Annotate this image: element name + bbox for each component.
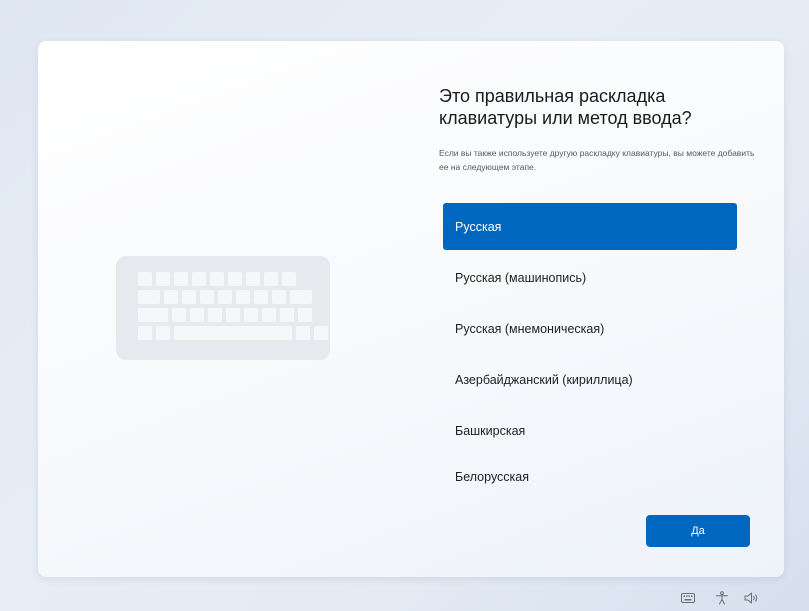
keyboard-illustration bbox=[116, 256, 330, 360]
keyboard-row bbox=[138, 326, 328, 340]
keyboard-row bbox=[138, 272, 296, 286]
page-subtitle: Если вы также используете другую расклад… bbox=[439, 148, 755, 172]
keyboard-row bbox=[138, 290, 312, 304]
volume-icon[interactable] bbox=[742, 589, 762, 607]
keyboard-icon[interactable] bbox=[678, 589, 698, 607]
yes-button[interactable]: Да bbox=[646, 515, 750, 547]
layout-option-bashkir[interactable]: Башкирская bbox=[443, 407, 737, 454]
layout-option-russian-typewriter[interactable]: Русская (машинопись) bbox=[443, 254, 737, 301]
layout-option-russian[interactable]: Русская bbox=[443, 203, 737, 250]
keyboard-layout-list: Русская Русская (машинопись) Русская (мн… bbox=[443, 203, 737, 488]
keyboard-row bbox=[138, 308, 312, 322]
layout-option-azerbaijani-cyrillic[interactable]: Азербайджанский (кириллица) bbox=[443, 356, 737, 403]
accessibility-icon[interactable] bbox=[712, 589, 732, 607]
layout-option-belarusian[interactable]: Белорусская bbox=[443, 458, 737, 484]
page-title: Это правильная раскладка клавиатуры или … bbox=[439, 86, 692, 128]
layout-option-russian-phonetic[interactable]: Русская (мнемоническая) bbox=[443, 305, 737, 352]
setup-card: Это правильная раскладка клавиатуры или … bbox=[38, 41, 784, 577]
